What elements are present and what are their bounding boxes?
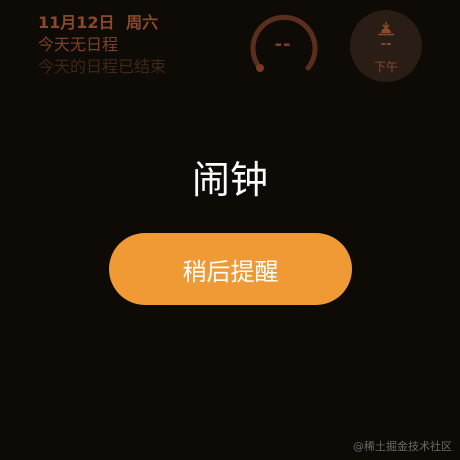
- no-schedule-text: 今天无日程: [38, 35, 119, 54]
- snooze-button[interactable]: 稍后提醒: [109, 233, 352, 305]
- gauge-widget: --: [246, 10, 320, 80]
- schedule-info: 11月12日 周六 今天无日程 今天的日程已结束: [38, 12, 166, 78]
- alarm-title: 闹钟: [191, 158, 268, 202]
- date-line: 11月12日 周六: [38, 12, 166, 34]
- alarm-screen: 11月12日 周六 今天无日程 今天的日程已结束 -- -- 下午 闹钟 稍后提…: [0, 0, 460, 460]
- gauge-value: --: [274, 34, 292, 55]
- sunset-value: --: [380, 37, 392, 52]
- schedule-ended-text: 今天的日程已结束: [38, 57, 167, 76]
- date-text: 11月12日: [38, 13, 115, 32]
- sunset-label: 下午: [373, 60, 398, 74]
- sunset-icon: [378, 22, 394, 36]
- watermark: @稀土掘金技术社区: [353, 440, 452, 453]
- weekday-text: 周六: [126, 13, 159, 32]
- sunset-widget: -- 下午: [350, 10, 422, 82]
